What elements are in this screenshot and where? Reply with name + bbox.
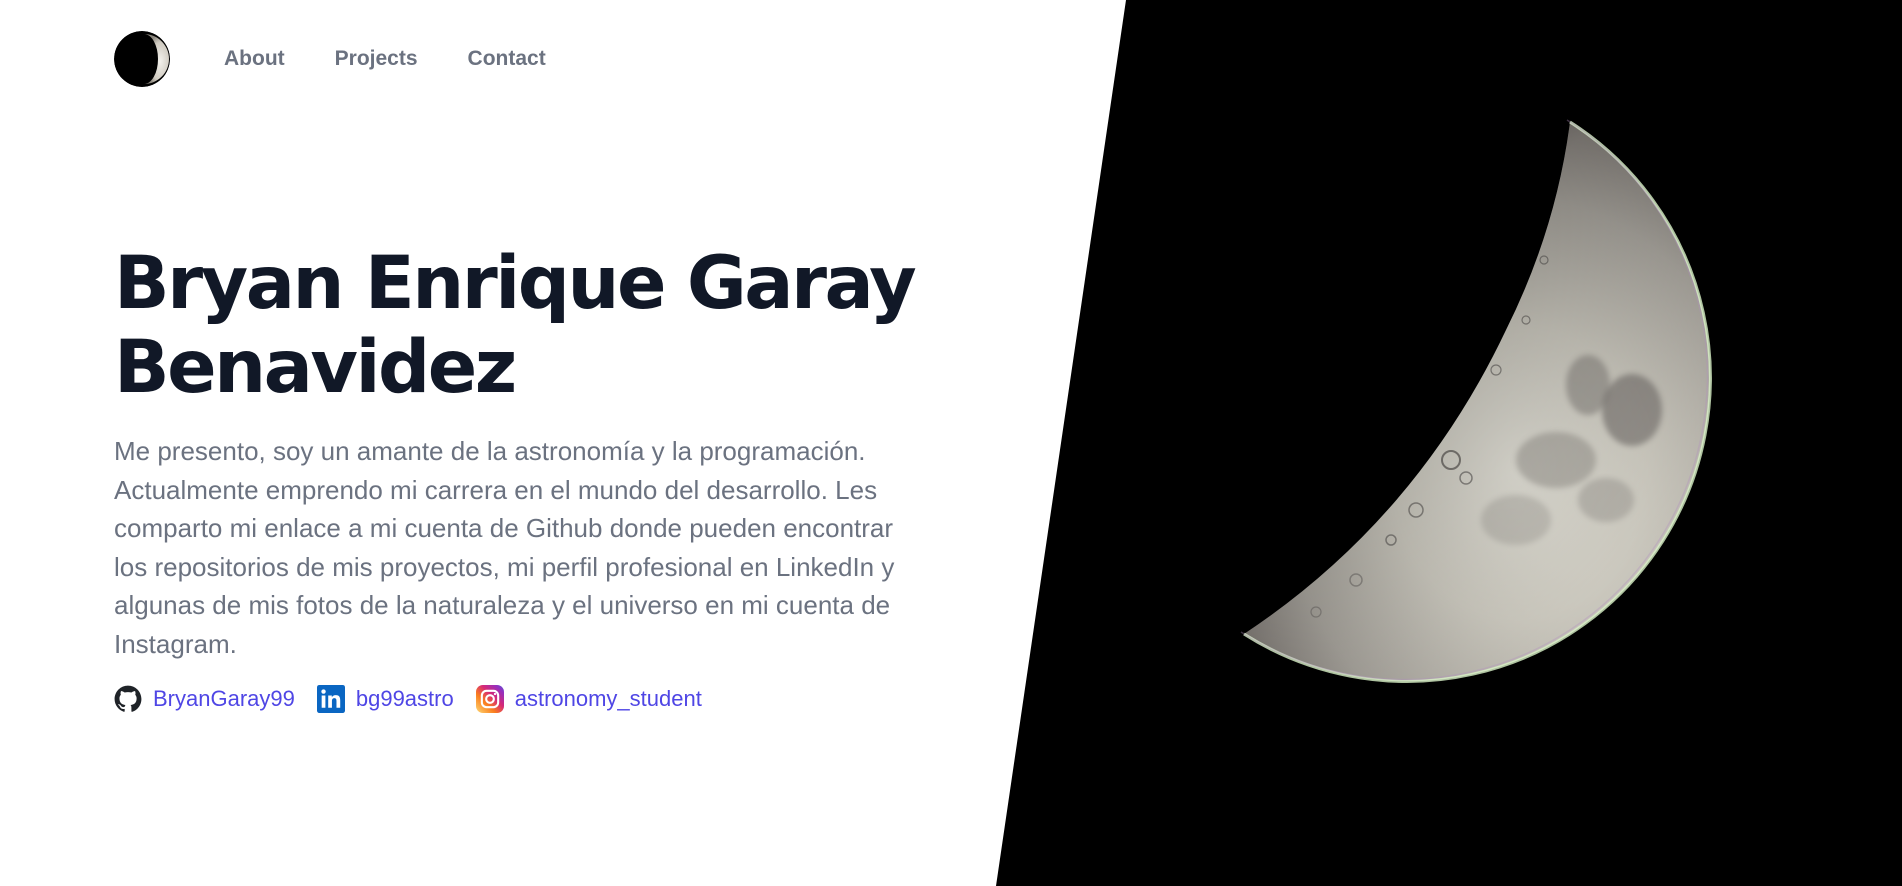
title-line-2: Benavidez [114, 325, 517, 410]
nav-links: About Projects Contact [224, 47, 596, 71]
page-title: Bryan Enrique Garay Benavidez [114, 242, 934, 410]
github-username: BryanGaray99 [153, 686, 295, 711]
moon-photo [996, 0, 1902, 886]
instagram-username: astronomy_student [514, 686, 702, 711]
linkedin-username: bg99astro [355, 686, 454, 711]
instagram-link[interactable]: astronomy_student [475, 685, 702, 713]
linkedin-link[interactable]: bg99astro [316, 685, 454, 713]
moon-illustration [1240, 119, 1712, 683]
nav-link-about[interactable]: About [224, 47, 285, 71]
title-line-1: Bryan Enrique Garay [114, 241, 917, 326]
social-links: BryanGaray99 bg99astro astronomy_student [114, 685, 934, 713]
linkedin-icon [316, 685, 345, 713]
github-link[interactable]: BryanGaray99 [114, 685, 295, 713]
github-icon [114, 685, 142, 712]
moon-logo-icon[interactable] [114, 31, 170, 87]
hero-description: Me presento, soy un amante de la astrono… [114, 436, 895, 659]
page: About Projects Contact Bryan Enrique Gar… [0, 0, 1902, 886]
instagram-icon [475, 685, 504, 713]
nav-link-projects[interactable]: Projects [335, 47, 418, 71]
hero-section: Bryan Enrique Garay Benavidez Me present… [114, 242, 934, 713]
top-nav: About Projects Contact [114, 30, 596, 88]
nav-link-contact[interactable]: Contact [468, 47, 546, 71]
